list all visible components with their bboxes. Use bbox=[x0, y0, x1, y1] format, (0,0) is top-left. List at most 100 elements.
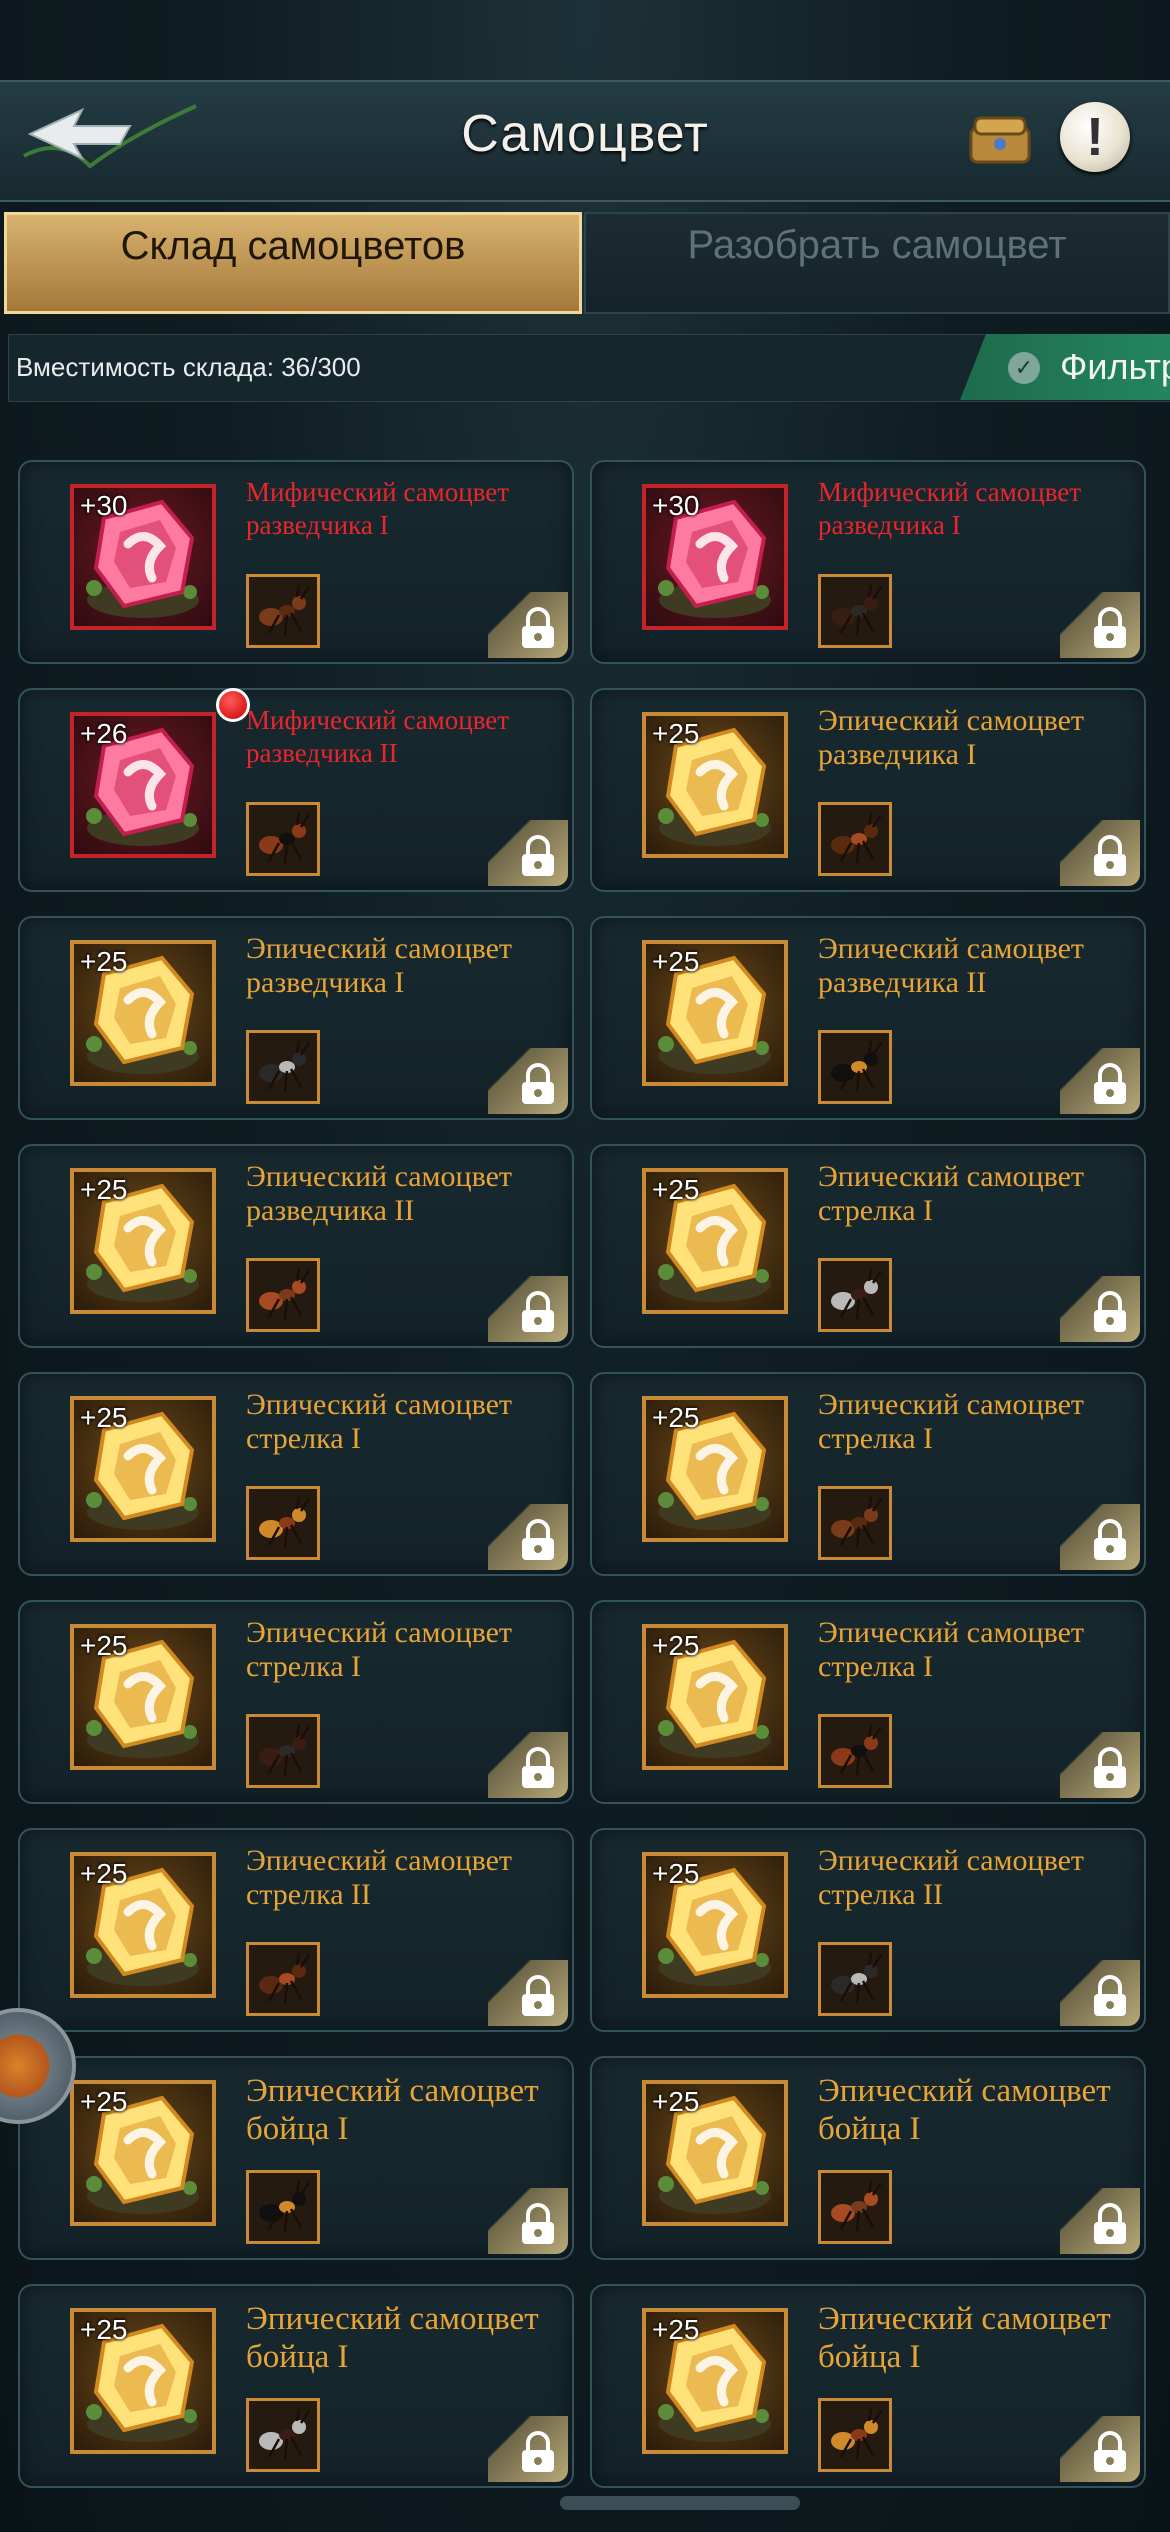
lock-icon bbox=[1094, 835, 1126, 876]
lock-button[interactable] bbox=[488, 1732, 568, 1798]
lock-button[interactable] bbox=[1060, 1276, 1140, 1342]
gem-card[interactable]: +25 Эпический самоцвет бойца I bbox=[590, 2284, 1146, 2488]
lock-icon bbox=[1094, 1291, 1126, 1332]
ant-icon bbox=[246, 1486, 320, 1560]
tab-gem-storage[interactable]: Склад самоцветов bbox=[4, 212, 582, 314]
gem-name: Эпический самоцвет бойца I bbox=[246, 2301, 539, 2375]
gem-icon: +25 bbox=[642, 2308, 788, 2454]
tab-disassemble-gem[interactable]: Разобрать самоцвет bbox=[584, 212, 1170, 314]
gem-icon: +25 bbox=[642, 1852, 788, 1998]
lock-button[interactable] bbox=[1060, 1048, 1140, 1114]
gem-level: +25 bbox=[652, 2314, 700, 2345]
gem-card[interactable]: +25 Эпический самоцвет разведчика II bbox=[590, 916, 1146, 1120]
lock-button[interactable] bbox=[1060, 1960, 1140, 2026]
gem-level: +26 bbox=[80, 718, 128, 749]
lock-button[interactable] bbox=[488, 2416, 568, 2482]
gem-card[interactable]: +25 Эпический самоцвет стрелка I bbox=[590, 1144, 1146, 1348]
gem-icon: +25 bbox=[70, 1168, 216, 1314]
lock-button[interactable] bbox=[488, 820, 568, 886]
gem-card[interactable]: +25 Эпический самоцвет разведчика I bbox=[18, 916, 574, 1120]
gem-name: Мифический самоцвет разведчика I bbox=[246, 477, 510, 540]
gem-card[interactable]: +25 Эпический самоцвет стрелка II bbox=[18, 1828, 574, 2032]
lock-button[interactable] bbox=[488, 1048, 568, 1114]
gem-card[interactable]: +25 Эпический самоцвет стрелка I bbox=[590, 1372, 1146, 1576]
lock-button[interactable] bbox=[1060, 2416, 1140, 2482]
gem-chest-icon[interactable] bbox=[965, 104, 1035, 174]
scrollbar[interactable] bbox=[560, 2496, 800, 2510]
gem-icon: +25 bbox=[642, 712, 788, 858]
ant-icon bbox=[818, 1258, 892, 1332]
lock-button[interactable] bbox=[1060, 1732, 1140, 1798]
gem-icon: +25 bbox=[70, 1396, 216, 1542]
gem-icon: +25 bbox=[642, 2080, 788, 2226]
gem-level: +25 bbox=[652, 1402, 700, 1433]
gem-name: Эпический самоцвет бойца I bbox=[818, 2301, 1111, 2375]
gem-card[interactable]: +30 Мифический самоцвет разведчика I bbox=[18, 460, 574, 664]
gem-name: Мифический самоцвет разведчика II bbox=[246, 705, 510, 768]
info-icon[interactable]: ! bbox=[1060, 102, 1130, 172]
gem-icon: +25 bbox=[642, 1168, 788, 1314]
gem-card[interactable]: +25 Эпический самоцвет разведчика II bbox=[18, 1144, 574, 1348]
ant-icon bbox=[818, 1714, 892, 1788]
lock-icon bbox=[1094, 2203, 1126, 2244]
gem-card[interactable]: +25 Эпический самоцвет разведчика I bbox=[590, 688, 1146, 892]
lock-button[interactable] bbox=[488, 1504, 568, 1570]
gem-level: +25 bbox=[80, 1630, 128, 1661]
ant-icon bbox=[246, 1258, 320, 1332]
lock-button[interactable] bbox=[1060, 592, 1140, 658]
gem-icon: +30 bbox=[70, 484, 216, 630]
gem-name: Эпический самоцвет стрелка I bbox=[818, 1616, 1085, 1683]
gem-name: Мифический самоцвет разведчика I bbox=[818, 477, 1082, 540]
gem-card[interactable]: +25 Эпический самоцвет стрелка I bbox=[18, 1600, 574, 1804]
gem-level: +25 bbox=[80, 1858, 128, 1889]
gem-name: Эпический самоцвет стрелка I bbox=[818, 1388, 1085, 1455]
gem-card[interactable]: +25 Эпический самоцвет бойца I bbox=[18, 2056, 574, 2260]
ant-icon bbox=[246, 2170, 320, 2244]
ant-icon bbox=[818, 1942, 892, 2016]
gem-level: +25 bbox=[80, 2086, 128, 2117]
lock-button[interactable] bbox=[1060, 1504, 1140, 1570]
lock-icon bbox=[1094, 2431, 1126, 2472]
gem-icon: +25 bbox=[70, 2080, 216, 2226]
gem-level: +30 bbox=[652, 490, 700, 521]
gem-card[interactable]: +26 Мифический самоцвет разведчика II bbox=[18, 688, 574, 892]
gem-level: +25 bbox=[80, 1174, 128, 1205]
gem-name: Эпический самоцвет разведчика I bbox=[818, 704, 1085, 771]
ant-icon bbox=[818, 802, 892, 876]
gem-icon: +26 bbox=[70, 712, 216, 858]
gem-icon: +30 bbox=[642, 484, 788, 630]
lock-button[interactable] bbox=[488, 1276, 568, 1342]
lock-button[interactable] bbox=[1060, 820, 1140, 886]
gem-icon: +25 bbox=[70, 1624, 216, 1770]
ant-icon bbox=[246, 802, 320, 876]
lock-button[interactable] bbox=[488, 2188, 568, 2254]
lock-icon bbox=[1094, 1063, 1126, 1104]
lock-icon bbox=[522, 1063, 554, 1104]
ant-icon bbox=[818, 2170, 892, 2244]
lock-button[interactable] bbox=[488, 592, 568, 658]
ant-icon bbox=[818, 1486, 892, 1560]
gem-card[interactable]: +25 Эпический самоцвет стрелка I bbox=[18, 1372, 574, 1576]
gem-card[interactable]: +25 Эпический самоцвет бойца I bbox=[590, 2056, 1146, 2260]
gem-card[interactable]: +30 Мифический самоцвет разведчика I bbox=[590, 460, 1146, 664]
gem-name: Эпический самоцвет стрелка I bbox=[246, 1616, 513, 1683]
ant-icon bbox=[246, 1030, 320, 1104]
lock-button[interactable] bbox=[488, 1960, 568, 2026]
lock-icon bbox=[522, 1519, 554, 1560]
gem-level: +25 bbox=[652, 2086, 700, 2117]
gem-level: +25 bbox=[652, 1858, 700, 1889]
gem-card[interactable]: +25 Эпический самоцвет стрелка I bbox=[590, 1600, 1146, 1804]
gem-name: Эпический самоцвет разведчика II bbox=[246, 1160, 513, 1227]
gem-level: +25 bbox=[80, 946, 128, 977]
gem-level: +25 bbox=[652, 946, 700, 977]
gem-name: Эпический самоцвет разведчика I bbox=[246, 932, 513, 999]
gem-level: +25 bbox=[80, 2314, 128, 2345]
new-indicator-dot bbox=[216, 688, 250, 722]
gem-card[interactable]: +25 Эпический самоцвет стрелка II bbox=[590, 1828, 1146, 2032]
lock-button[interactable] bbox=[1060, 2188, 1140, 2254]
ant-icon bbox=[246, 1714, 320, 1788]
gem-card[interactable]: +25 Эпический самоцвет бойца I bbox=[18, 2284, 574, 2488]
lock-icon bbox=[522, 1747, 554, 1788]
lock-icon bbox=[1094, 1975, 1126, 2016]
ant-icon bbox=[818, 2398, 892, 2472]
